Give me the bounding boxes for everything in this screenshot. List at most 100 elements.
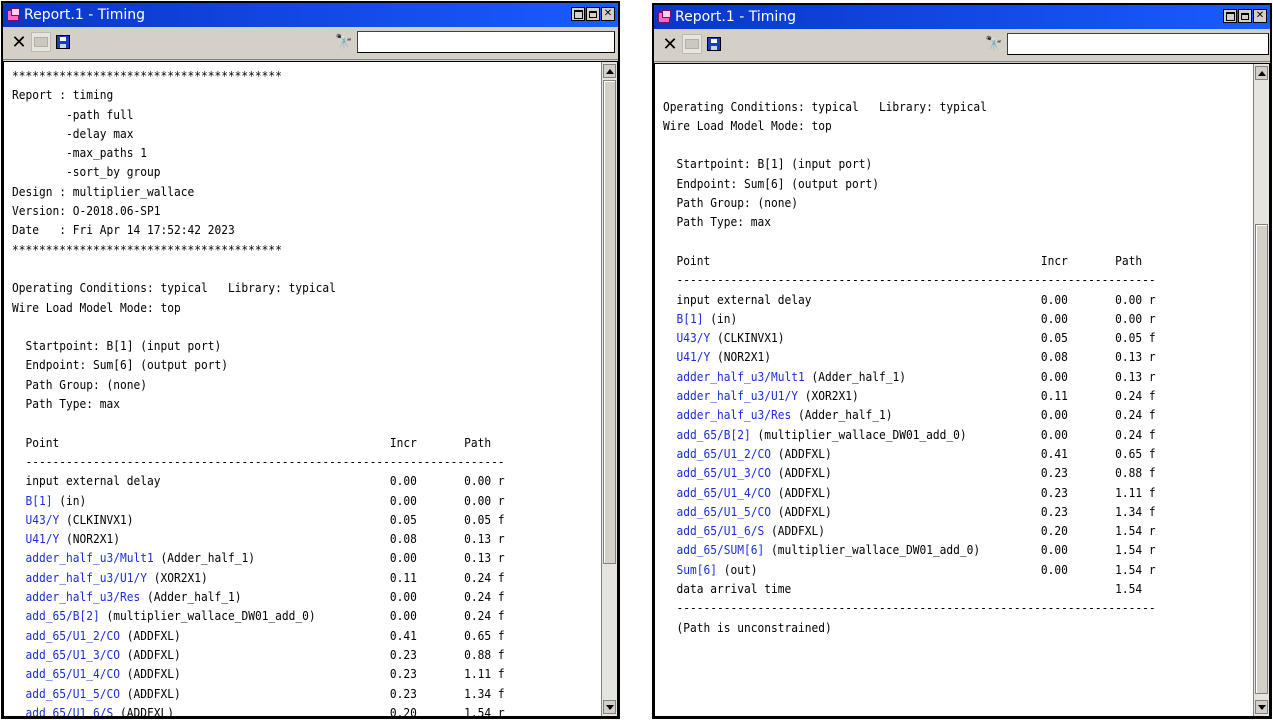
report-text-area[interactable]: Operating Conditions: typical Library: t… xyxy=(654,63,1270,717)
report-app-icon xyxy=(7,8,21,22)
vertical-scrollbar[interactable] xyxy=(1253,64,1269,716)
pin-link[interactable]: adder_half_u3/Res xyxy=(26,589,141,604)
find-button[interactable]: 🔭 xyxy=(984,34,1004,54)
title-bar[interactable]: Report.1 - Timing ✕ xyxy=(654,5,1270,29)
pin-link[interactable]: add_65/U1_6/S xyxy=(26,705,114,716)
maximize-button[interactable] xyxy=(586,7,600,21)
save-button[interactable] xyxy=(704,34,724,54)
timing-path-row: add_65/U1_3/CO (ADDFXL) 0.23 0.88 f xyxy=(663,463,1156,482)
maximize-button[interactable] xyxy=(1238,9,1252,23)
scroll-down-button[interactable] xyxy=(603,700,616,714)
row-values: (in) 0.00 0.00 r xyxy=(52,492,505,508)
timing-path-row: adder_half_u3/Res (Adder_half_1) 0.00 0.… xyxy=(12,587,505,606)
row-values: (Adder_half_1) 0.00 0.13 r xyxy=(804,368,1156,384)
close-window-button[interactable]: ✕ xyxy=(601,7,615,21)
close-window-button[interactable]: ✕ xyxy=(1253,9,1267,23)
close-report-button[interactable]: ✕ xyxy=(9,31,29,53)
pin-link[interactable]: add_65/U1_4/CO xyxy=(26,666,120,681)
pin-link[interactable]: adder_half_u3/U1/Y xyxy=(677,388,798,403)
report-line: **************************************** xyxy=(12,241,282,257)
window-title: Report.1 - Timing xyxy=(24,7,146,23)
pin-link[interactable]: add_65/U1_5/CO xyxy=(677,504,771,519)
vertical-scrollbar[interactable] xyxy=(601,62,617,716)
pin-link[interactable]: adder_half_u3/Mult1 xyxy=(26,550,154,565)
timing-path-row: add_65/B[2] (multiplier_wallace_DW01_add… xyxy=(663,425,1156,444)
close-x-icon: ✕ xyxy=(11,31,27,53)
pin-link[interactable]: add_65/B[2] xyxy=(26,608,100,623)
pin-link[interactable]: add_65/U1_4/CO xyxy=(677,485,771,500)
pin-link[interactable]: add_65/U1_3/CO xyxy=(677,465,771,480)
pin-link[interactable]: adder_half_u3/U1/Y xyxy=(26,570,147,585)
restore-button[interactable] xyxy=(571,7,585,21)
pin-link[interactable]: U41/Y xyxy=(26,531,60,546)
row-values: (ADDFXL) 0.41 0.65 f xyxy=(119,627,505,643)
find-button[interactable]: 🔭 xyxy=(334,32,354,52)
scroll-down-button[interactable] xyxy=(1255,700,1268,714)
save-button[interactable] xyxy=(53,32,73,52)
row-values: (NOR2X1) 0.08 0.13 r xyxy=(710,349,1156,365)
timing-path-row: U41/Y (NOR2X1) 0.08 0.13 r xyxy=(663,347,1156,366)
report-line: (Path is unconstrained) xyxy=(663,619,832,635)
scroll-up-button[interactable] xyxy=(603,64,616,78)
arrow-up-icon xyxy=(1257,70,1266,76)
pin-link[interactable]: U41/Y xyxy=(677,349,711,364)
search-input[interactable] xyxy=(1007,33,1269,55)
row-values: (multiplier_wallace_DW01_add_0) 0.00 0.2… xyxy=(750,426,1156,442)
pin-link[interactable]: U43/Y xyxy=(26,512,60,527)
report-line: Endpoint: Sum[6] (output port) xyxy=(663,175,879,191)
scroll-thumb[interactable] xyxy=(603,80,616,564)
report-line: Operating Conditions: typical Library: t… xyxy=(663,98,987,114)
timing-path-row: add_65/SUM[6] (multiplier_wallace_DW01_a… xyxy=(663,540,1156,559)
report-line xyxy=(12,413,505,432)
pin-link[interactable]: B[1] xyxy=(677,311,704,326)
row-values: (Adder_half_1) 0.00 0.13 r xyxy=(153,550,505,566)
report-line: -max_paths 1 xyxy=(12,145,147,161)
timing-path-row: add_65/U1_5/CO (ADDFXL) 0.23 1.34 f xyxy=(663,502,1156,521)
pin-link[interactable]: add_65/U1_6/S xyxy=(677,523,765,538)
report-line: input external delay 0.00 0.00 r xyxy=(663,291,1156,307)
report-text-area[interactable]: ****************************************… xyxy=(3,61,618,717)
pin-link[interactable]: add_65/SUM[6] xyxy=(677,542,765,557)
pin-link[interactable]: add_65/U1_2/CO xyxy=(26,628,120,643)
row-values: (Adder_half_1) 0.00 0.24 f xyxy=(791,407,1156,423)
restore-button[interactable] xyxy=(1223,9,1237,23)
window-controls: ✕ xyxy=(1223,9,1267,23)
row-values: (Adder_half_1) 0.00 0.24 f xyxy=(140,589,505,605)
pin-link[interactable]: add_65/U1_3/CO xyxy=(26,647,120,662)
binoculars-icon: 🔭 xyxy=(985,36,1003,52)
scroll-thumb[interactable] xyxy=(1255,224,1268,694)
pin-link[interactable]: add_65/U1_5/CO xyxy=(26,686,120,701)
close-x-icon: ✕ xyxy=(662,33,678,55)
pin-link[interactable]: B[1] xyxy=(26,493,53,508)
row-values: (ADDFXL) 0.23 1.34 f xyxy=(119,685,505,701)
open-button[interactable] xyxy=(682,34,702,54)
restore-icon xyxy=(573,9,583,19)
pin-link[interactable]: adder_half_u3/Res xyxy=(677,407,792,422)
report-window-2: Report.1 - Timing ✕ ✕ 🔭 Operating Condit… xyxy=(652,3,1272,719)
close-report-button[interactable]: ✕ xyxy=(660,33,680,55)
timing-path-row: adder_half_u3/Mult1 (Adder_half_1) 0.00 … xyxy=(663,367,1156,386)
report-line: Endpoint: Sum[6] (output port) xyxy=(12,357,228,373)
scroll-up-button[interactable] xyxy=(1255,66,1268,80)
pin-link[interactable]: U43/Y xyxy=(677,330,711,345)
title-bar[interactable]: Report.1 - Timing ✕ xyxy=(3,3,618,27)
pin-link[interactable]: adder_half_u3/Mult1 xyxy=(677,369,805,384)
toolbar: ✕ 🔭 xyxy=(3,27,618,60)
row-values: (ADDFXL) 0.23 1.11 f xyxy=(770,484,1156,500)
timing-path-row: U41/Y (NOR2X1) 0.08 0.13 r xyxy=(12,529,505,548)
pin-link[interactable]: add_65/B[2] xyxy=(677,427,751,442)
report-line: Point Incr Path xyxy=(663,252,1143,268)
timing-path-row: B[1] (in) 0.00 0.00 r xyxy=(663,309,1156,328)
timing-path-row: add_65/U1_4/CO (ADDFXL) 0.23 1.11 f xyxy=(12,664,505,683)
pin-link[interactable]: add_65/U1_2/CO xyxy=(677,446,771,461)
open-button[interactable] xyxy=(31,32,51,52)
pin-link[interactable]: Sum[6] xyxy=(677,562,717,577)
timing-path-row: U43/Y (CLKINVX1) 0.05 0.05 f xyxy=(663,328,1156,347)
timing-path-row: adder_half_u3/Mult1 (Adder_half_1) 0.00 … xyxy=(12,548,505,567)
search-input[interactable] xyxy=(357,31,615,53)
